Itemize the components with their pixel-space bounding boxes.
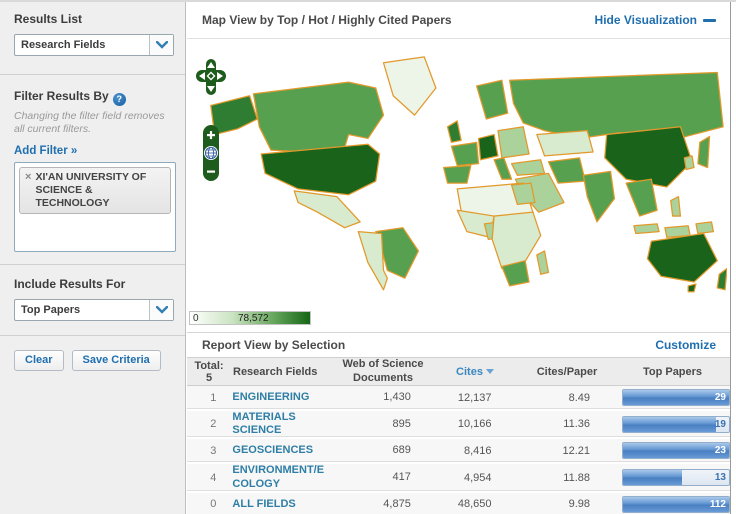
save-criteria-button[interactable]: Save Criteria	[72, 350, 161, 371]
report-view-title: Report View by Selection	[202, 338, 345, 352]
top-papers-bar: 112	[622, 496, 730, 513]
field-link[interactable]: ENVIRONMENT/E COLOGY	[232, 464, 324, 489]
filter-note: Changing the filter field removes all cu…	[14, 110, 173, 137]
legend-max-value: 78,572	[238, 313, 269, 324]
top-papers-value: 13	[715, 472, 726, 483]
row-rank: 3	[187, 445, 230, 457]
results-list-selected-value: Research Fields	[15, 39, 105, 51]
cites-value: 12,137	[427, 392, 514, 404]
results-list-label: Results List	[14, 12, 173, 26]
top-papers-value: 19	[715, 419, 726, 430]
top-papers-bar: 23	[622, 442, 730, 459]
cites-value: 8,416	[427, 445, 514, 457]
filter-heading: Filter Results By?	[14, 89, 173, 106]
chevron-down-icon[interactable]	[149, 300, 173, 320]
docs-value: 4,875	[332, 498, 426, 511]
map-legend: 0 78,572	[189, 311, 311, 325]
total-header: Total: 5	[187, 360, 231, 384]
filter-section: Filter Results By? Changing the filter f…	[0, 75, 185, 264]
clear-button[interactable]: Clear	[14, 350, 64, 371]
filter-tag[interactable]: × XI'AN UNIVERSITY OF SCIENCE & TECHNOLO…	[19, 167, 171, 214]
table-row: 2 MATERIALS SCIENCE 895 10,166 11.36 19	[187, 411, 730, 439]
sidebar: Results List Research Fields Filter Resu…	[0, 2, 186, 514]
row-rank: 4	[187, 472, 230, 484]
top-papers-bar: 29	[622, 389, 730, 406]
row-rank: 0	[187, 498, 230, 510]
cites-per-paper-value: 8.49	[514, 392, 608, 404]
docs-value: 689	[332, 444, 426, 457]
filter-tag-label: XI'AN UNIVERSITY OF SCIENCE & TECHNOLOGY	[35, 171, 165, 210]
table-row: 0 ALL FIELDS 4,875 48,650 9.98 112	[187, 493, 730, 514]
world-map[interactable]	[203, 43, 727, 295]
docs-value: 1,430	[332, 391, 426, 404]
filter-heading-text: Filter Results By	[14, 89, 109, 103]
report-header: Report View by Selection Customize	[187, 333, 730, 357]
wos-documents-header[interactable]: Web of Science Documents	[335, 358, 431, 384]
table-header-row: Total: 5 Research Fields Web of Science …	[187, 357, 730, 386]
include-results-section: Include Results For Top Papers	[0, 265, 185, 333]
table-row: 3 GEOSCIENCES 689 8,416 12.21 23	[187, 439, 730, 464]
field-link[interactable]: ENGINEERING	[232, 391, 309, 403]
row-rank: 1	[187, 392, 230, 404]
chevron-down-icon[interactable]	[149, 35, 173, 55]
cites-per-paper-value: 11.88	[514, 472, 608, 484]
cites-per-paper-header[interactable]: Cites/Paper	[519, 366, 615, 378]
cites-per-paper-value: 9.98	[514, 498, 608, 510]
total-label: Total:	[187, 360, 231, 372]
cites-value: 48,650	[427, 498, 514, 510]
top-papers-value: 29	[715, 392, 726, 403]
docs-value: 895	[332, 418, 426, 431]
sort-desc-icon	[486, 369, 494, 374]
results-list-section: Results List Research Fields	[0, 2, 185, 68]
cites-value: 10,166	[427, 418, 514, 430]
hide-visualization-label: Hide Visualization	[595, 13, 697, 27]
cites-header-label: Cites	[456, 366, 483, 378]
minus-icon	[703, 19, 716, 22]
top-papers-bar: 13	[622, 469, 730, 486]
add-filter-link[interactable]: Add Filter »	[14, 145, 173, 157]
cites-value: 4,954	[427, 472, 514, 484]
docs-value: 417	[332, 471, 426, 484]
esi-window: Results List Research Fields Filter Resu…	[0, 0, 736, 514]
cites-per-paper-value: 12.21	[514, 445, 608, 457]
globe-icon	[204, 146, 218, 160]
zoom-out-icon	[207, 171, 215, 173]
top-papers-header[interactable]: Top Papers	[615, 366, 730, 378]
map-view-title: Map View by Top / Hot / Highly Cited Pap…	[202, 13, 452, 27]
top-papers-value: 112	[710, 499, 726, 510]
customize-link[interactable]: Customize	[655, 338, 716, 352]
legend-min-value: 0	[193, 313, 199, 324]
sidebar-actions: Clear Save Criteria	[0, 336, 185, 371]
field-link[interactable]: MATERIALS SCIENCE	[232, 411, 295, 436]
research-fields-header[interactable]: Research Fields	[231, 366, 335, 378]
cites-per-paper-value: 11.36	[514, 418, 608, 430]
remove-filter-icon[interactable]: ×	[25, 171, 31, 184]
top-papers-value: 23	[715, 445, 726, 456]
map-zoom-control[interactable]	[203, 125, 219, 181]
field-link[interactable]: ALL FIELDS	[232, 498, 295, 510]
cites-header[interactable]: Cites	[431, 366, 519, 378]
include-results-label: Include Results For	[14, 277, 173, 291]
table-row: 1 ENGINEERING 1,430 12,137 8.49 29	[187, 386, 730, 411]
top-papers-bar: 19	[622, 416, 730, 433]
map-pan-control[interactable]	[196, 59, 226, 95]
active-filters-box: × XI'AN UNIVERSITY OF SCIENCE & TECHNOLO…	[14, 162, 176, 252]
map-controls	[196, 59, 226, 95]
map-panel-header: Map View by Top / Hot / Highly Cited Pap…	[187, 2, 730, 39]
include-results-select[interactable]: Top Papers	[14, 299, 174, 321]
help-icon[interactable]: ?	[113, 93, 126, 106]
total-count: 5	[187, 372, 231, 384]
table-row: 4 ENVIRONMENT/E COLOGY 417 4,954 11.88 1…	[187, 464, 730, 492]
row-rank: 2	[187, 418, 230, 430]
main-panel: Map View by Top / Hot / Highly Cited Pap…	[187, 2, 731, 514]
results-list-select[interactable]: Research Fields	[14, 34, 174, 56]
field-link[interactable]: GEOSCIENCES	[232, 444, 313, 456]
hide-visualization-link[interactable]: Hide Visualization	[595, 13, 716, 27]
map-area: 0 78,572	[187, 39, 730, 332]
results-table: Total: 5 Research Fields Web of Science …	[187, 357, 730, 514]
include-results-selected-value: Top Papers	[15, 304, 80, 316]
